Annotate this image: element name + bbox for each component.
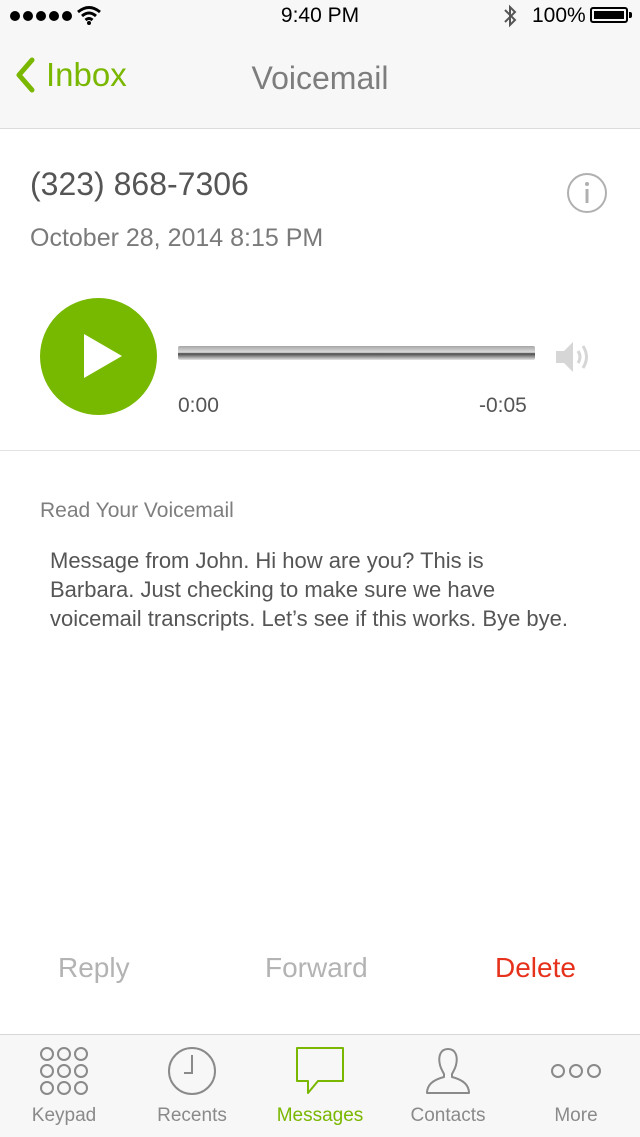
play-icon [84,334,122,378]
navigation-bar: Inbox Voicemail [0,34,640,129]
elapsed-time: 0:00 [178,394,219,417]
speech-bubble-icon [296,1047,344,1094]
transcript-text: Message from John. Hi how are you? This … [50,548,569,631]
tab-recents-label: Recents [157,1105,227,1126]
tab-keypad-label: Keypad [31,1105,97,1126]
tab-bar: Keypad Recents Messages Contacts More [0,1034,640,1137]
tab-contacts-label: Contacts [410,1105,486,1126]
voicemail-datetime: October 28, 2014 8:15 PM [30,224,324,252]
tab-messages[interactable]: Messages [256,1035,384,1137]
speaker-icon[interactable] [553,337,593,377]
bluetooth-icon [504,4,517,28]
tab-contacts[interactable]: Contacts [384,1035,512,1137]
battery-percentage: 100% [532,4,586,27]
battery-icon [590,7,632,23]
tab-more-label: More [554,1105,598,1126]
transcript-heading: Read Your Voicemail [40,499,234,522]
person-icon [426,1048,470,1094]
clock-icon [168,1047,216,1095]
delete-button[interactable]: Delete [495,952,576,984]
status-bar: 9:40 PM 100% [0,0,640,34]
tab-messages-label: Messages [276,1105,364,1126]
more-icon [551,1064,601,1078]
reply-button[interactable]: Reply [58,952,130,984]
tab-more[interactable]: More [512,1035,640,1137]
playback-progress-bar[interactable] [178,346,535,360]
caller-phone-number: (323) 868-7306 [30,166,249,202]
play-button[interactable] [40,298,157,415]
remaining-time: -0:05 [479,394,527,417]
section-divider [0,450,640,451]
keypad-icon [40,1047,88,1095]
tab-keypad[interactable]: Keypad [0,1035,128,1137]
forward-button[interactable]: Forward [265,952,368,984]
tab-recents[interactable]: Recents [128,1035,256,1137]
page-title: Voicemail [251,60,389,96]
info-icon[interactable] [566,172,608,214]
